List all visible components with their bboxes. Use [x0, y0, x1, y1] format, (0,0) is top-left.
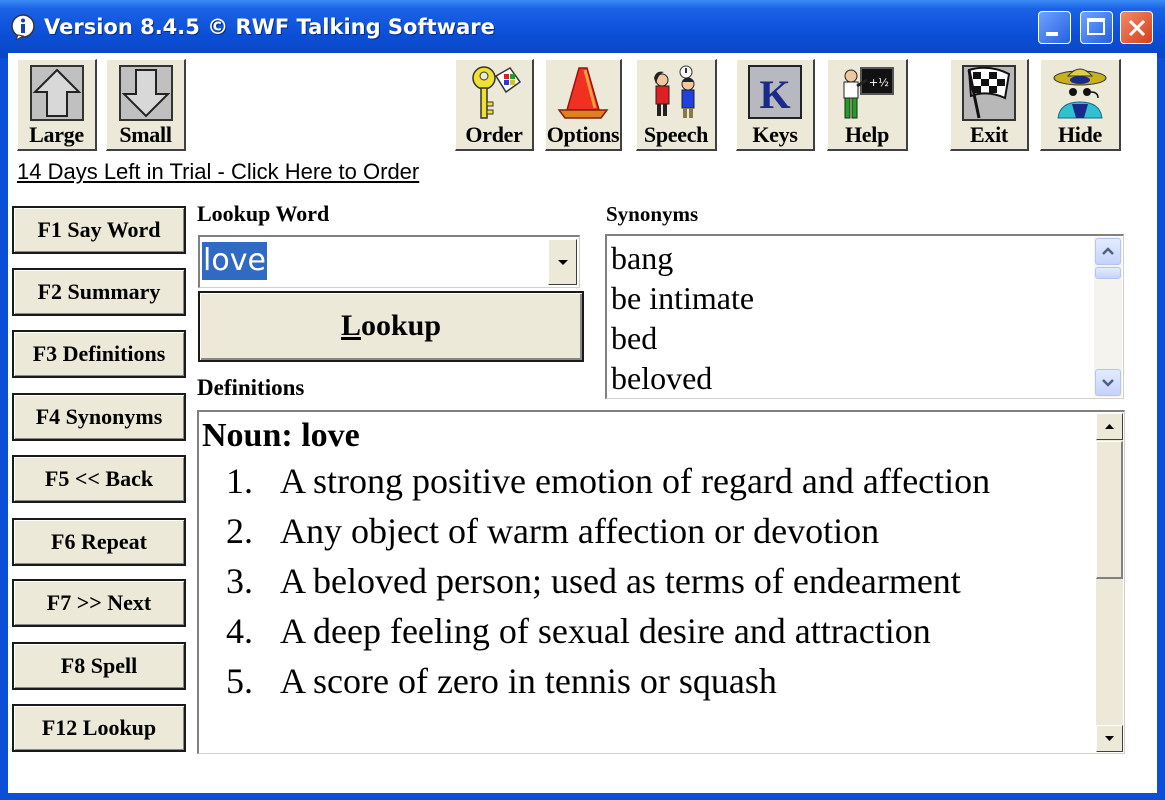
- large-label: Large: [29, 122, 84, 147]
- synonym-item[interactable]: bed: [607, 318, 754, 358]
- scroll-thumb[interactable]: [1096, 441, 1123, 579]
- lookup-button[interactable]: Lookup: [198, 291, 584, 362]
- hide-button[interactable]: Hide: [1040, 59, 1121, 151]
- definition-number: 1.: [226, 461, 253, 501]
- info-bubble-icon: [11, 14, 35, 40]
- arrow-down-icon: [1105, 736, 1114, 741]
- f12-lookup-button[interactable]: F12 Lookup: [12, 704, 186, 752]
- scroll-thumb[interactable]: [1095, 267, 1121, 279]
- options-button[interactable]: Options: [545, 59, 622, 151]
- definition-text: Any object of warm affection or devotion: [280, 511, 880, 551]
- arrow-down-icon: [118, 65, 173, 121]
- definition-text: A strong positive emotion of regard and …: [280, 461, 991, 501]
- definitions-scrollbar[interactable]: [1096, 413, 1123, 752]
- synonym-item[interactable]: be intimate: [607, 278, 754, 318]
- close-icon: [1128, 19, 1146, 37]
- small-button[interactable]: Small: [106, 59, 186, 151]
- definitions-label: Definitions: [197, 375, 305, 400]
- f4-synonyms-button[interactable]: F4 Synonyms: [12, 393, 186, 441]
- order-button[interactable]: Order: [455, 59, 534, 151]
- definition-text: A beloved person; used as terms of endea…: [280, 561, 961, 601]
- definition-number: 4.: [226, 611, 253, 651]
- keys-label: Keys: [752, 122, 798, 147]
- definitions-panel[interactable]: Noun: love 1. A strong positive emotion o…: [197, 410, 1125, 754]
- hide-label: Hide: [1057, 122, 1103, 147]
- f7-next-button[interactable]: F7 >> Next: [12, 579, 186, 627]
- client-area: Large Small Order Options Speech K Keys …: [8, 53, 1157, 793]
- definition-text: A deep feeling of sexual desire and attr…: [280, 611, 931, 651]
- synonym-item[interactable]: bang: [607, 238, 754, 278]
- title-bar[interactable]: Version 8.4.5 © RWF Talking Software: [0, 0, 1165, 58]
- lookup-word-input[interactable]: love: [202, 242, 267, 280]
- large-button[interactable]: Large: [17, 59, 97, 151]
- people-talking-icon: [654, 65, 695, 118]
- order-label: Order: [465, 122, 523, 147]
- svg-text:K: K: [759, 72, 790, 117]
- exit-label: Exit: [970, 122, 1008, 147]
- help-label: Help: [844, 122, 890, 147]
- exit-button[interactable]: Exit: [950, 59, 1029, 151]
- minimize-button[interactable]: [1038, 11, 1071, 44]
- f3-definitions-button[interactable]: F3 Definitions: [12, 330, 186, 378]
- maximize-button[interactable]: [1080, 11, 1113, 44]
- options-label: Options: [546, 122, 620, 147]
- f2-summary-button[interactable]: F2 Summary: [12, 268, 186, 316]
- definition-item: 1. A strong positive emotion of regard an…: [202, 458, 1082, 504]
- lookup-accelerator: L: [340, 309, 361, 342]
- chevron-down-icon: [1102, 379, 1114, 387]
- chevron-up-icon: [1102, 247, 1114, 255]
- key-icon: [472, 66, 522, 119]
- window-title: Version 8.4.5 © RWF Talking Software: [44, 15, 495, 39]
- lookup-word-combobox[interactable]: love: [198, 235, 580, 288]
- definition-number: 5.: [226, 661, 253, 701]
- lookup-button-label: ookup: [360, 309, 442, 342]
- keys-button[interactable]: K Keys: [736, 59, 815, 151]
- close-button[interactable]: [1120, 11, 1153, 44]
- k-key-icon: K: [748, 65, 802, 119]
- scroll-down-button[interactable]: [1096, 725, 1123, 752]
- arrow-up-icon: [1105, 424, 1114, 429]
- definition-text: A score of zero in tennis or squash: [280, 661, 777, 701]
- small-label: Small: [119, 122, 172, 147]
- f6-repeat-button[interactable]: F6 Repeat: [12, 518, 186, 566]
- scroll-up-button[interactable]: [1095, 238, 1121, 265]
- synonyms-list[interactable]: bang be intimate bed beloved: [605, 234, 1124, 399]
- synonym-item[interactable]: beloved: [607, 358, 754, 398]
- definition-number: 3.: [226, 561, 253, 601]
- scroll-up-button[interactable]: [1096, 413, 1123, 440]
- definition-number: 2.: [226, 511, 253, 551]
- synonyms-scrollbar[interactable]: [1094, 237, 1122, 397]
- definition-item: 2. Any object of warm affection or devoti…: [202, 508, 1082, 554]
- checkered-flag-icon: [962, 65, 1016, 121]
- lookup-word-label: Lookup Word: [197, 201, 330, 226]
- synonyms-label: Synonyms: [606, 202, 699, 226]
- definition-item: 4. A deep feeling of sexual desire and at…: [202, 608, 1082, 654]
- help-button[interactable]: +½ Help: [827, 59, 908, 151]
- speech-label: Speech: [643, 122, 709, 147]
- hat-sunglasses-icon: [1053, 68, 1107, 119]
- definition-heading: Noun: love: [202, 417, 360, 454]
- definition-item: 5. A score of zero in tennis or squash: [202, 658, 1082, 704]
- definition-item: 3. A beloved person; used as terms of end…: [202, 558, 1082, 604]
- traffic-cone-icon: [557, 67, 609, 119]
- combobox-dropdown-button[interactable]: [548, 239, 577, 285]
- speech-button[interactable]: Speech: [636, 59, 717, 151]
- f8-spell-button[interactable]: F8 Spell: [12, 642, 186, 690]
- trial-order-link[interactable]: 14 Days Left in Trial - Click Here to Or…: [17, 159, 419, 185]
- f5-back-button[interactable]: F5 << Back: [12, 455, 186, 503]
- app-window: Version 8.4.5 © RWF Talking Software Lar…: [0, 0, 1165, 800]
- f1-say-word-button[interactable]: F1 Say Word: [12, 206, 186, 254]
- svg-text:+½: +½: [869, 76, 889, 89]
- teacher-blackboard-icon: +½: [843, 67, 894, 119]
- arrow-up-icon: [29, 65, 84, 121]
- scroll-down-button[interactable]: [1095, 369, 1121, 396]
